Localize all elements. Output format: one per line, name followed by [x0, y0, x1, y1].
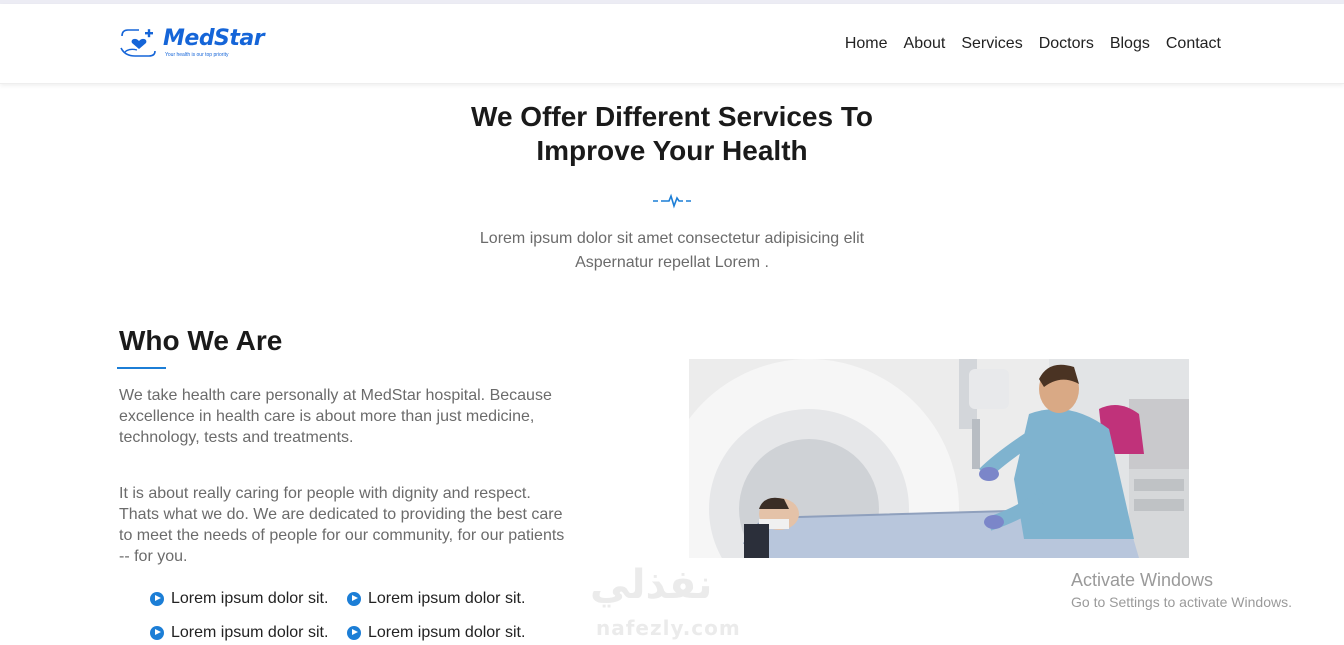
- hospital-photo: [689, 359, 1189, 558]
- about-title: Who We Are: [119, 325, 283, 356]
- nav-services[interactable]: Services: [961, 34, 1022, 54]
- feature-item: Lorem ipsum dolor sit.: [347, 588, 544, 609]
- watermark-arabic: نفذلي: [590, 562, 713, 608]
- watermark-latin: nafezly.com: [596, 616, 741, 640]
- about-paragraph-1: We take health care personally at MedSta…: [119, 387, 552, 446]
- activate-windows-subtitle: Go to Settings to activate Windows.: [1071, 594, 1292, 610]
- play-circle-icon: [150, 625, 164, 640]
- play-circle-icon: [347, 591, 361, 606]
- nav-contact[interactable]: Contact: [1166, 34, 1221, 54]
- hero-title-line1: We Offer Different Services To: [471, 101, 873, 132]
- feature-item: Lorem ipsum dolor sit.: [150, 622, 347, 643]
- feature-label: Lorem ipsum dolor sit.: [368, 624, 526, 641]
- nav-home[interactable]: Home: [845, 34, 888, 54]
- heartbeat-divider-icon: [653, 193, 691, 209]
- about-paragraph-2: It is about really caring for people wit…: [119, 485, 565, 565]
- nav-about[interactable]: About: [904, 34, 946, 54]
- feature-item: Lorem ipsum dolor sit.: [347, 622, 544, 643]
- hero-subtitle: Lorem ipsum dolor sit amet consectetur a…: [0, 227, 1344, 275]
- nav-doctors[interactable]: Doctors: [1039, 34, 1094, 54]
- hero-title: We Offer Different Services To Improve Y…: [0, 100, 1344, 168]
- hero-title-line2: Improve Your Health: [536, 135, 808, 166]
- feature-item: Lorem ipsum dolor sit.: [150, 588, 347, 609]
- activate-windows-title: Activate Windows: [1071, 570, 1214, 590]
- play-circle-icon: [347, 625, 361, 640]
- brand-name: MedStar: [163, 26, 265, 51]
- activate-windows-notice: Activate Windows Go to Settings to activ…: [1071, 569, 1292, 613]
- feature-label: Lorem ipsum dolor sit.: [368, 590, 526, 607]
- medstar-logo-icon: [120, 29, 156, 57]
- feature-label: Lorem ipsum dolor sit.: [171, 590, 329, 607]
- feature-list: Lorem ipsum dolor sit. Lorem ipsum dolor…: [150, 588, 544, 643]
- brand-tagline: Your health is our top priority: [165, 52, 229, 58]
- navbar: MedStar Your health is our top priority …: [0, 4, 1344, 84]
- about-title-underline: [117, 367, 166, 369]
- brand-logo[interactable]: MedStar Your health is our top priority: [119, 26, 265, 66]
- play-circle-icon: [150, 591, 164, 606]
- nav-blogs[interactable]: Blogs: [1110, 34, 1150, 54]
- feature-label: Lorem ipsum dolor sit.: [171, 624, 329, 641]
- hero-subtitle-line1: Lorem ipsum dolor sit amet consectetur a…: [479, 230, 865, 247]
- site-watermark: نفذلي nafezly.com: [590, 558, 760, 644]
- hero-subtitle-line2: Aspernatur repellat Lorem .: [575, 254, 769, 271]
- main-nav: Home About Services Doctors Blogs Contac…: [845, 34, 1221, 54]
